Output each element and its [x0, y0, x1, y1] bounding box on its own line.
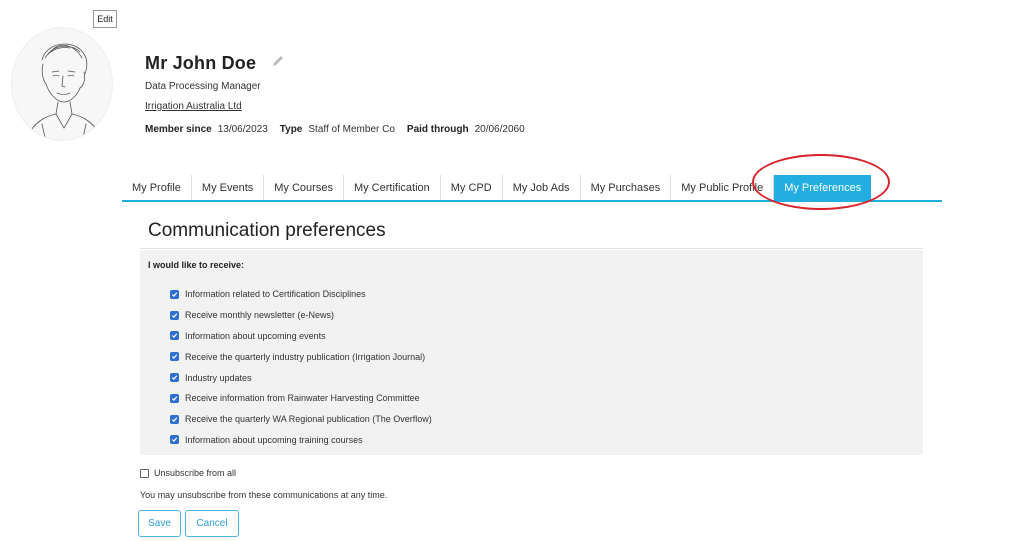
preference-item: Information about upcoming events [170, 326, 432, 347]
cancel-button[interactable]: Cancel [185, 510, 239, 537]
tab-my-purchases[interactable]: My Purchases [580, 175, 672, 200]
unsubscribe-note: You may unsubscribe from these communica… [140, 490, 388, 500]
member-name: Mr John Doe [145, 53, 257, 73]
checkbox-checked[interactable] [170, 414, 179, 424]
member-since-value: 13/06/2023 [217, 124, 268, 135]
organisation-link[interactable]: Irrigation Australia Ltd [145, 101, 242, 112]
preference-item: Industry updates [170, 367, 432, 388]
type-label: Type [279, 124, 303, 135]
tab-my-courses[interactable]: My Courses [264, 175, 344, 200]
membership-details: Member since 13/06/2023 Type Staff of Membe… [145, 124, 525, 135]
edit-button[interactable]: Edit [93, 10, 117, 28]
pencil-edit-icon[interactable] [271, 54, 285, 68]
checkbox-checked[interactable] [170, 352, 179, 362]
profile-tabs: My Profile My Events My Courses My Certi… [122, 175, 942, 202]
preference-label: Receive information from Rainwater Harve… [185, 393, 420, 404]
section-title: Communication preferences [148, 220, 386, 241]
tab-my-events[interactable]: My Events [191, 175, 265, 200]
preference-item: Receive monthly newsletter (e-News) [170, 305, 432, 326]
member-since-label: Member since [145, 124, 212, 135]
type-value: Staff of Member Co [308, 124, 395, 135]
preference-item: Receive the quarterly WA Regional public… [170, 409, 432, 430]
tab-my-public-profile[interactable]: My Public Profile [671, 175, 775, 200]
avatar-sketch-icon [27, 43, 101, 140]
avatar [11, 27, 113, 141]
preferences-list: Information related to Certification Dis… [170, 284, 432, 450]
preference-label: Information about upcoming training cour… [185, 434, 363, 445]
preference-label: Information related to Certification Dis… [185, 289, 366, 300]
checkbox-checked[interactable] [170, 289, 179, 299]
unsubscribe-label: Unsubscribe from all [154, 468, 237, 478]
job-title: Data Processing Manager [145, 81, 261, 92]
preferences-box: I would like to receive: Information rel… [140, 250, 923, 455]
tab-my-certification[interactable]: My Certification [343, 175, 441, 200]
preference-item: Receive the quarterly industry publicati… [170, 346, 432, 367]
preference-label: Receive the quarterly industry publicati… [185, 351, 426, 362]
save-button[interactable]: Save [138, 510, 181, 537]
preference-item: Information related to Certification Dis… [170, 284, 432, 305]
checkbox-checked[interactable] [170, 435, 179, 445]
tab-my-job-ads[interactable]: My Job Ads [502, 175, 581, 200]
preference-item: Receive information from Rainwater Harve… [170, 388, 432, 409]
preference-label: Industry updates [185, 372, 252, 383]
preferences-intro: I would like to receive: [148, 260, 245, 270]
title-divider [140, 248, 923, 249]
tab-my-preferences[interactable]: My Preferences [774, 175, 872, 200]
preference-label: Information about upcoming events [185, 330, 326, 341]
checkbox-checked[interactable] [170, 373, 179, 383]
unsubscribe-all: Unsubscribe from all [140, 468, 236, 478]
preference-label: Receive monthly newsletter (e-News) [185, 310, 335, 321]
preferences-panel: Communication preferences I would like t… [122, 202, 942, 541]
checkbox-checked[interactable] [170, 393, 179, 403]
tab-my-profile[interactable]: My Profile [122, 175, 192, 200]
unsubscribe-checkbox[interactable] [140, 468, 149, 478]
preference-item: Information about upcoming training cour… [170, 430, 432, 451]
checkbox-checked[interactable] [170, 310, 179, 320]
preference-label: Receive the quarterly WA Regional public… [185, 414, 432, 425]
paid-through-label: Paid through [406, 124, 469, 135]
tab-my-cpd[interactable]: My CPD [440, 175, 503, 200]
paid-through-value: 20/06/2060 [474, 124, 525, 135]
checkbox-checked[interactable] [170, 331, 179, 341]
